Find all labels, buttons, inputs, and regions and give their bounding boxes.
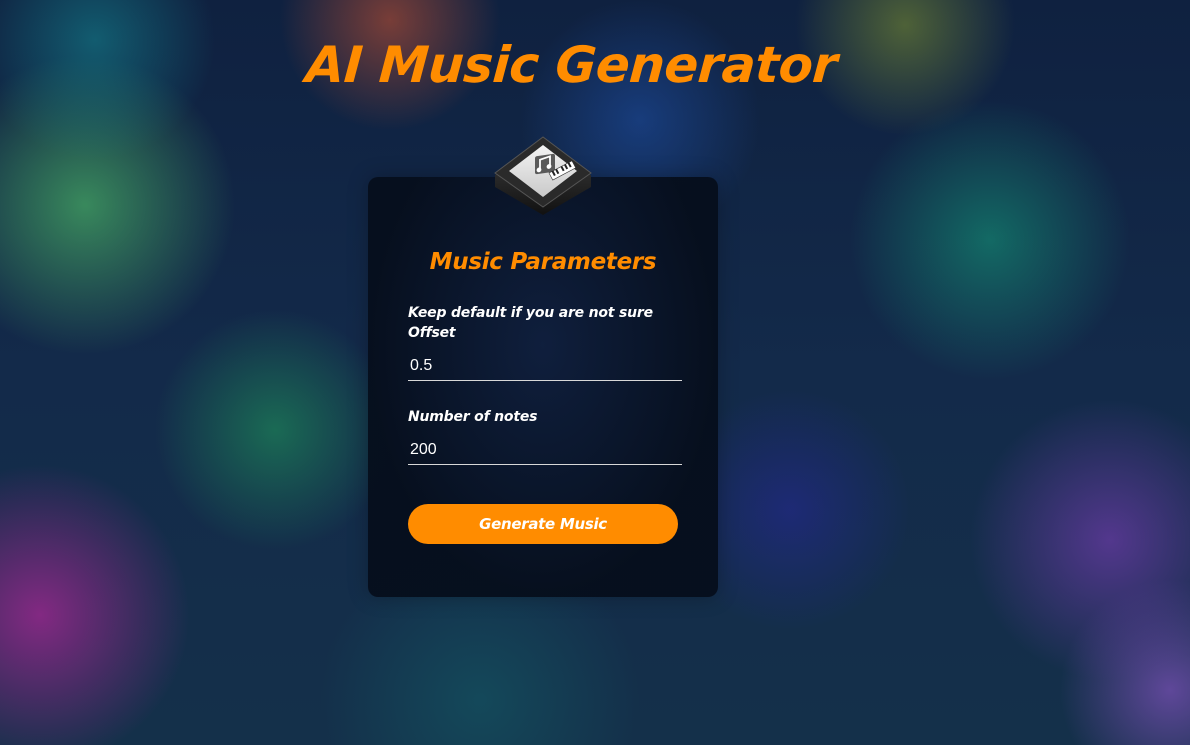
page-title: AI Music Generator <box>303 36 839 94</box>
card-title: Music Parameters <box>429 249 657 275</box>
offset-input[interactable] <box>408 351 682 381</box>
number-of-notes-input[interactable] <box>408 435 682 465</box>
music-chip-icon <box>494 136 592 215</box>
music-parameters-card: Music Parameters Keep default if you are… <box>368 177 718 597</box>
notes-label: Number of notes <box>408 409 538 425</box>
generate-music-button[interactable]: Generate Music <box>408 504 678 544</box>
default-hint-label: Keep default if you are not sure <box>408 305 653 321</box>
offset-label: Offset <box>408 325 456 341</box>
